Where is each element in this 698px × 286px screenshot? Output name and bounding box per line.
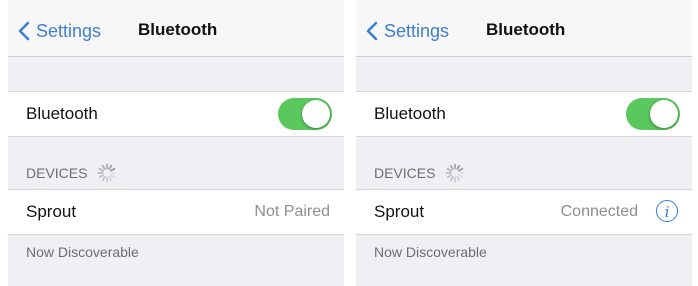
devices-header: DEVICES <box>26 163 117 183</box>
device-row-sprout[interactable]: Sprout Connected i <box>356 189 692 235</box>
back-button[interactable]: Settings <box>18 18 101 44</box>
spinner-tick <box>102 164 107 171</box>
spinner-tick <box>108 175 113 182</box>
devices-header-label: DEVICES <box>26 165 88 181</box>
info-icon[interactable]: i <box>656 200 678 222</box>
chevron-left-icon <box>18 21 30 41</box>
spinner-tick <box>447 167 453 172</box>
bluetooth-toggle[interactable] <box>626 98 680 130</box>
spinner-tick <box>458 167 464 172</box>
spinner-tick <box>110 167 116 172</box>
device-status: Connected <box>560 203 638 220</box>
device-name: Sprout <box>374 202 425 221</box>
bluetooth-row: Bluetooth <box>8 91 344 137</box>
bluetooth-screen-connected: Settings Bluetooth Bluetooth DEVICES Spr… <box>356 0 692 286</box>
back-label: Settings <box>384 20 450 41</box>
bluetooth-toggle[interactable] <box>278 98 332 130</box>
navigation-bar: Settings Bluetooth <box>8 0 344 57</box>
page-title: Bluetooth <box>138 20 218 39</box>
toggle-knob <box>302 100 330 128</box>
spinner-icon <box>446 163 465 183</box>
spinner-tick <box>450 175 455 182</box>
spinner-tick <box>102 175 107 182</box>
discoverable-footer: Now Discoverable <box>26 244 139 260</box>
spinner-tick <box>110 174 116 179</box>
spinner-icon <box>98 163 117 183</box>
bluetooth-label: Bluetooth <box>374 104 446 123</box>
spinner-tick <box>447 174 453 179</box>
chevron-left-icon <box>366 21 378 41</box>
navigation-bar: Settings Bluetooth <box>356 0 692 57</box>
spinner-tick <box>456 175 461 182</box>
bluetooth-row: Bluetooth <box>356 91 692 137</box>
spinner-tick <box>108 164 113 171</box>
devices-header-label: DEVICES <box>374 165 436 181</box>
bluetooth-label: Bluetooth <box>26 104 98 123</box>
back-label: Settings <box>36 20 102 41</box>
spinner-tick <box>99 167 105 172</box>
device-name: Sprout <box>26 202 77 221</box>
spinner-tick <box>456 164 461 171</box>
page-title: Bluetooth <box>486 20 566 39</box>
spinner-tick <box>450 164 455 171</box>
bluetooth-screen-not-paired: Settings Bluetooth Bluetooth DEVICES Spr… <box>8 0 344 286</box>
discoverable-footer: Now Discoverable <box>374 244 487 260</box>
devices-header: DEVICES <box>374 163 465 183</box>
spinner-tick <box>99 174 105 179</box>
device-row-sprout[interactable]: Sprout Not Paired <box>8 189 344 235</box>
device-status: Not Paired <box>254 203 330 220</box>
back-button[interactable]: Settings <box>366 18 449 44</box>
toggle-knob <box>650 100 678 128</box>
spinner-tick <box>458 174 464 179</box>
